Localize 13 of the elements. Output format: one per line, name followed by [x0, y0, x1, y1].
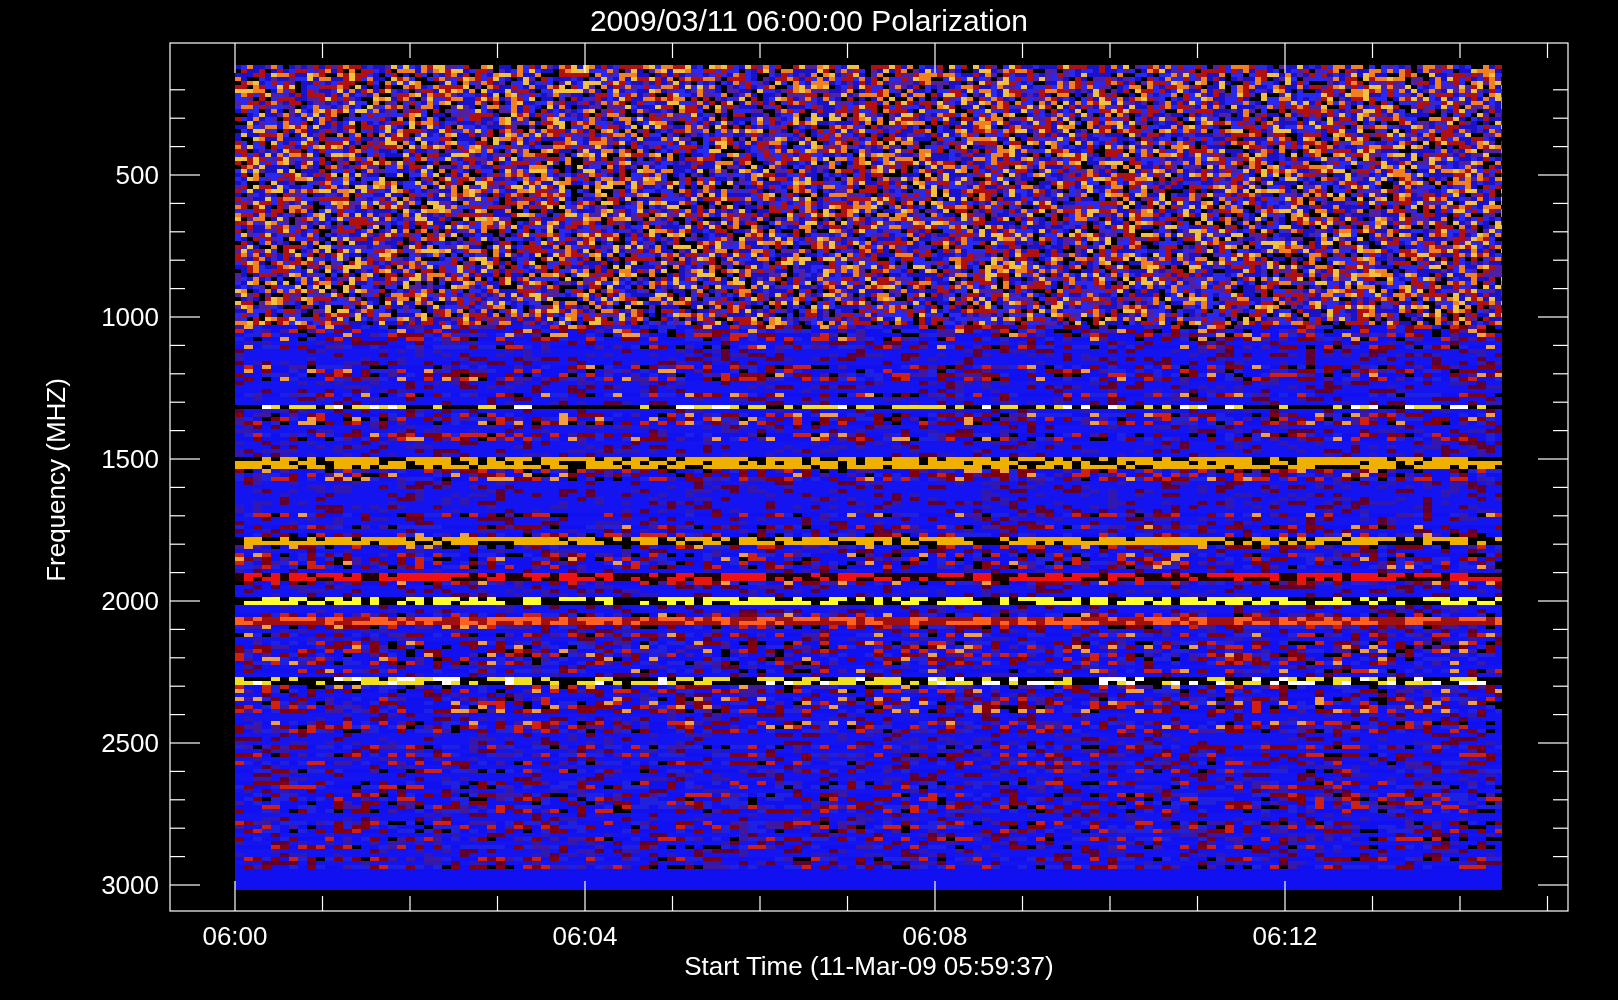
axis-tick-label: 2500: [101, 728, 159, 758]
axis-tick-label: 06:08: [902, 921, 968, 951]
axis-tick-label: 3000: [101, 870, 159, 900]
axis-tick-label: 06:12: [1252, 921, 1318, 951]
axis-label: Frequency (MHZ): [41, 378, 71, 582]
axis-tick-label: 500: [115, 160, 159, 190]
axis-tick-label: 06:00: [202, 921, 268, 951]
axis-tick-label: 2000: [101, 586, 159, 616]
axis-tick-label: 1500: [101, 444, 159, 474]
chart-title: 2009/03/11 06:00:00 Polarization: [589, 4, 1029, 37]
axis-label: Start Time (11-Mar-09 05:59:37): [684, 951, 1054, 981]
axis-tick-label: 1000: [101, 302, 159, 332]
axis-tick-label: 06:04: [552, 921, 618, 951]
